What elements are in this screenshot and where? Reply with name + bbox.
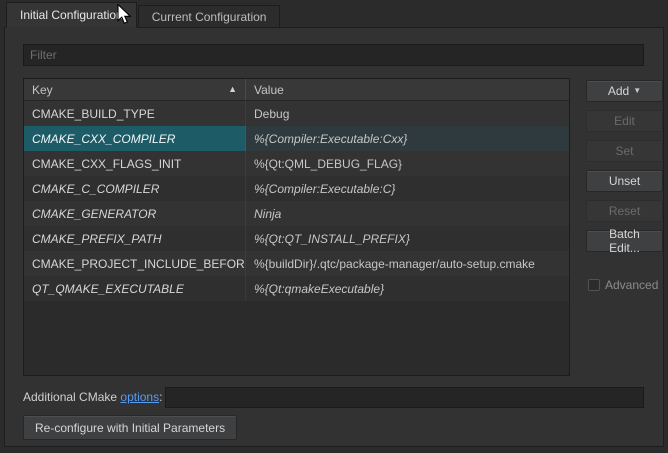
edit-button-label: Edit	[614, 114, 635, 128]
row-key-cell[interactable]: CMAKE_BUILD_TYPE	[24, 101, 246, 126]
tab-initial-configuration[interactable]: Initial Configuration	[6, 2, 137, 28]
row-value-cell[interactable]: %{Qt:QT_INSTALL_PREFIX}	[246, 226, 569, 251]
tab-current-configuration[interactable]: Current Configuration	[138, 5, 281, 28]
row-key-cell[interactable]: CMAKE_C_COMPILER	[24, 176, 246, 201]
row-value-cell[interactable]: %{Compiler:Executable:Cxx}	[246, 126, 569, 151]
add-button-label: Add	[608, 84, 629, 98]
edit-button: Edit	[586, 110, 663, 132]
reset-button-label: Reset	[609, 204, 640, 218]
checkbox-icon	[588, 279, 600, 291]
row-key-cell[interactable]: CMAKE_CXX_COMPILER	[24, 126, 246, 151]
table-row[interactable]: CMAKE_CXX_FLAGS_INIT%{Qt:QML_DEBUG_FLAG}	[24, 151, 569, 176]
table-actions-column: Add ▼ Edit Set Unset Reset Batch Edit...	[586, 80, 663, 260]
add-button[interactable]: Add ▼	[586, 80, 663, 102]
advanced-checkbox-label: Advanced	[605, 278, 658, 292]
table-row[interactable]: CMAKE_PROJECT_INCLUDE_BEFORE%{buildDir}/…	[24, 251, 569, 276]
advanced-checkbox[interactable]: Advanced	[588, 278, 658, 292]
table-row[interactable]: CMAKE_CXX_COMPILER%{Compiler:Executable:…	[24, 126, 569, 151]
table-row[interactable]: CMAKE_PREFIX_PATH%{Qt:QT_INSTALL_PREFIX}	[24, 226, 569, 251]
table-row[interactable]: CMAKE_C_COMPILER%{Compiler:Executable:C}	[24, 176, 569, 201]
table-row[interactable]: CMAKE_BUILD_TYPEDebug	[24, 101, 569, 126]
batch-edit-button[interactable]: Batch Edit...	[586, 230, 663, 252]
row-key-cell[interactable]: CMAKE_PROJECT_INCLUDE_BEFORE	[24, 251, 246, 276]
row-value-cell[interactable]: %{buildDir}/.qtc/package-manager/auto-se…	[246, 251, 569, 276]
row-value-cell[interactable]: Debug	[246, 101, 569, 126]
column-header-value-label: Value	[254, 83, 284, 97]
row-value-cell[interactable]: %{Qt:qmakeExecutable}	[246, 276, 569, 301]
chevron-down-icon: ▼	[633, 87, 641, 95]
batch-edit-button-label: Batch Edit...	[593, 227, 656, 255]
options-label-suffix: :	[159, 390, 162, 404]
cmake-table-body: CMAKE_BUILD_TYPEDebugCMAKE_CXX_COMPILER%…	[24, 101, 569, 301]
unset-button[interactable]: Unset	[586, 170, 663, 192]
row-value-cell[interactable]: %{Compiler:Executable:C}	[246, 176, 569, 201]
cmake-configuration-pane: Initial Configuration Current Configurat…	[0, 0, 668, 453]
column-header-key-label: Key	[32, 83, 53, 97]
row-value-cell[interactable]: Ninja	[246, 201, 569, 226]
filter-input[interactable]	[23, 44, 644, 66]
options-link[interactable]: options	[120, 390, 159, 404]
row-key-cell[interactable]: CMAKE_CXX_FLAGS_INIT	[24, 151, 246, 176]
row-key-cell[interactable]: CMAKE_GENERATOR	[24, 201, 246, 226]
sort-ascending-icon: ▲	[228, 85, 237, 94]
column-header-key[interactable]: Key ▲	[24, 79, 246, 100]
reconfigure-button-label: Re-configure with Initial Parameters	[35, 421, 225, 435]
unset-button-label: Unset	[609, 174, 640, 188]
reset-button: Reset	[586, 200, 663, 222]
configuration-tab-bar: Initial Configuration Current Configurat…	[6, 2, 280, 28]
initial-configuration-panel: Key ▲ Value CMAKE_BUILD_TYPEDebugCMAKE_C…	[4, 27, 664, 447]
table-header: Key ▲ Value	[24, 79, 569, 101]
additional-cmake-options-input[interactable]	[165, 387, 644, 408]
set-button-label: Set	[615, 144, 633, 158]
cmake-variables-table: Key ▲ Value CMAKE_BUILD_TYPEDebugCMAKE_C…	[23, 78, 570, 376]
reconfigure-button[interactable]: Re-configure with Initial Parameters	[23, 415, 237, 440]
table-row[interactable]: CMAKE_GENERATORNinja	[24, 201, 569, 226]
table-row[interactable]: QT_QMAKE_EXECUTABLE%{Qt:qmakeExecutable}	[24, 276, 569, 301]
additional-cmake-options-label: Additional CMake options:	[23, 387, 162, 408]
tab-initial-configuration-label: Initial Configuration	[20, 8, 123, 22]
row-key-cell[interactable]: CMAKE_PREFIX_PATH	[24, 226, 246, 251]
set-button: Set	[586, 140, 663, 162]
options-label-prefix: Additional CMake	[23, 390, 120, 404]
column-header-value[interactable]: Value	[246, 79, 569, 100]
tab-current-configuration-label: Current Configuration	[152, 10, 267, 24]
row-key-cell[interactable]: QT_QMAKE_EXECUTABLE	[24, 276, 246, 301]
row-value-cell[interactable]: %{Qt:QML_DEBUG_FLAG}	[246, 151, 569, 176]
